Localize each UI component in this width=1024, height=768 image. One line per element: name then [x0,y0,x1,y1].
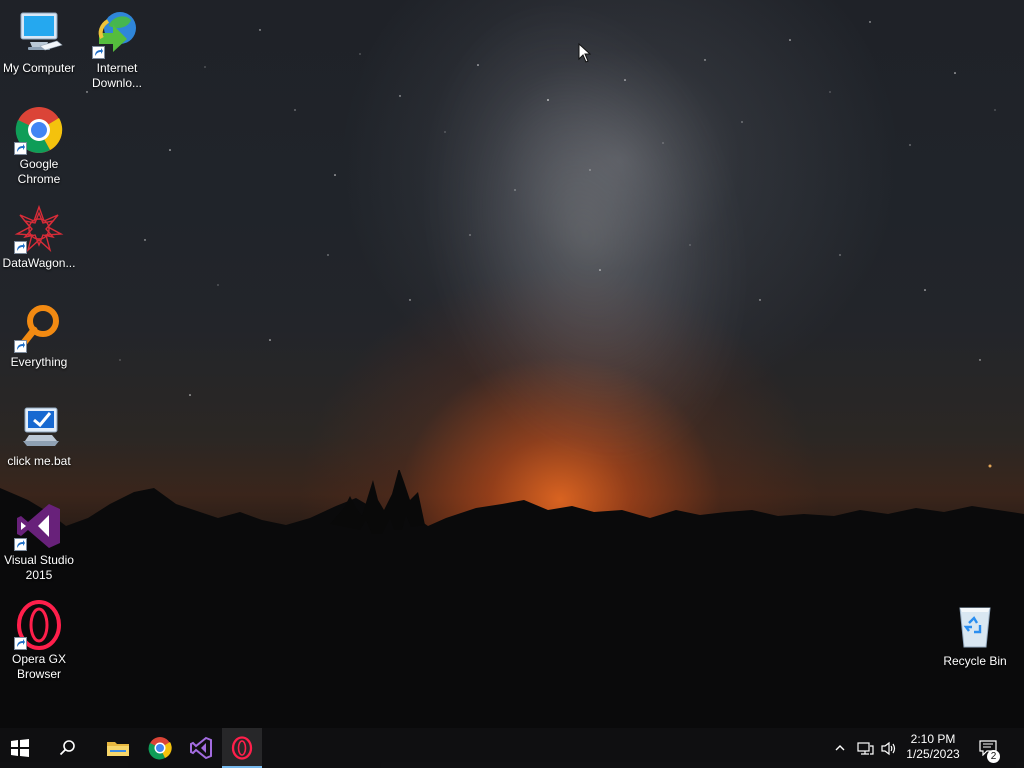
computer-icon [13,8,65,60]
shortcut-arrow-icon [14,538,27,551]
download-manager-icon [91,8,143,60]
desktop-icon-label: My Computer [2,61,76,75]
desktop-icon-recycle-bin[interactable]: Recycle Bin [936,601,1014,669]
desktop-icon-click-me-bat[interactable]: click me.bat [0,401,78,469]
shortcut-arrow-icon [14,241,27,254]
visual-studio-icon [13,500,65,552]
desktop-icon-datawagon[interactable]: DataWagon... [0,203,78,271]
folder-icon [107,742,129,756]
desktop-icon-label: Opera GX Browser [11,652,67,681]
network-tray-button[interactable] [853,728,877,768]
shortcut-arrow-icon [14,142,27,155]
milky-way-glow [381,0,789,499]
shortcut-arrow-icon [14,340,27,353]
desktop-icon-label: Recycle Bin [943,654,1007,668]
windows-logo-icon [11,739,29,757]
chrome-icon [13,104,65,156]
magnifier-icon [13,302,65,354]
desktop-background: My Computer Internet Downlo... Google Ch… [0,0,1024,728]
chevron-up-icon [835,745,845,751]
search-button[interactable] [48,728,88,768]
taskbar-clock[interactable]: 2:10 PM 1/25/2023 [900,728,966,768]
notification-count-badge: 2 [987,750,1000,763]
desktop-icon-my-computer[interactable]: My Computer [0,8,78,76]
chrome-taskbar-button[interactable] [140,728,180,768]
batch-file-icon [13,401,65,453]
desktop-icon-label: DataWagon... [2,256,76,270]
desktop-icon-internet-download-manager[interactable]: Internet Downlo... [78,8,156,91]
desktop-icon-label: Google Chrome [17,157,61,186]
desktop-icon-visual-studio-2015[interactable]: Visual Studio 2015 [0,500,78,583]
clock-time: 2:10 PM [910,732,956,746]
start-button[interactable] [0,728,40,768]
opera-gx-icon [13,599,65,651]
taskbar: 2:10 PM 1/25/2023 2 [0,728,1024,768]
visual-studio-icon [190,736,212,760]
network-icon [856,741,874,755]
chrome-icon [148,737,172,760]
desktop-icon-opera-gx-browser[interactable]: Opera GX Browser [0,599,78,682]
desktop-icon-label: click me.bat [7,454,71,468]
mountain-silhouette [0,470,1024,728]
desktop-icon-everything[interactable]: Everything [0,302,78,370]
speaker-icon [881,741,896,755]
volume-tray-button[interactable] [877,728,901,768]
opera-gx-icon [231,736,253,760]
opera-gx-taskbar-button[interactable] [222,728,262,768]
clock-date: 1/25/2023 [906,747,960,761]
desktop-icon-label: Visual Studio 2015 [4,553,74,582]
desktop-icon-google-chrome[interactable]: Google Chrome [0,104,78,187]
shortcut-arrow-icon [14,637,27,650]
show-hidden-icons-button[interactable] [829,728,851,768]
shortcut-arrow-icon [92,46,105,59]
visual-studio-taskbar-button[interactable] [181,728,221,768]
action-center-button[interactable]: 2 [973,728,1003,768]
desktop-icon-label: Everything [10,355,68,369]
desktop-icon-label: Internet Downlo... [91,61,143,90]
mouse-pointer-icon [578,43,591,63]
recycle-bin-icon [949,601,1001,653]
datawagon-icon [13,203,65,255]
search-icon [59,740,75,756]
file-explorer-button[interactable] [98,728,138,768]
